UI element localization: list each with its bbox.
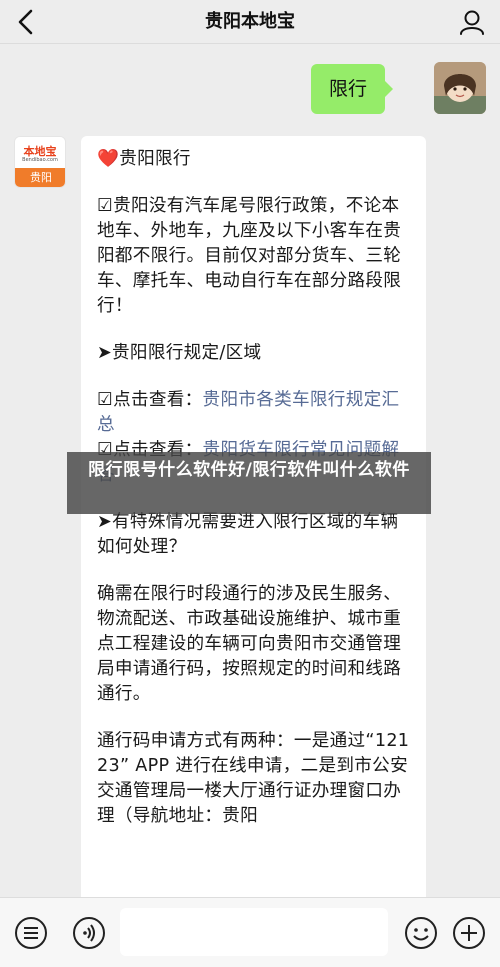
add-icon[interactable]	[452, 916, 486, 950]
reply-paragraph-1: ☑贵阳没有汽车尾号限行政策，不论本地车、外地车，九座及以下小客车在贵阳都不限行。…	[97, 196, 402, 316]
bot-avatar[interactable]: 本地宝 Bendibao.com 贵阳	[14, 136, 66, 188]
bot-avatar-sub: Bendibao.com	[22, 157, 58, 163]
page-title: 贵阳本地宝	[205, 11, 295, 32]
profile-icon[interactable]	[458, 8, 486, 36]
emoji-icon[interactable]	[404, 916, 438, 950]
incoming-message-bubble: ❤️贵阳限行 ☑贵阳没有汽车尾号限行政策，不论本地车、外地车，九座及以下小客车在…	[81, 136, 426, 916]
menu-list-icon[interactable]	[14, 916, 48, 950]
reply-link-row-1: ☑点击查看：贵阳市各类车限行规定汇总	[97, 388, 412, 438]
user-avatar-image	[434, 62, 486, 114]
voice-icon[interactable]	[72, 916, 106, 950]
bottom-input-bar	[0, 897, 500, 967]
message-input[interactable]	[120, 908, 388, 956]
top-bar: 贵阳本地宝	[0, 0, 500, 44]
reply-paragraph-2: ➤贵阳限行规定/区域	[97, 343, 262, 363]
reply-paragraph-5: 通行码申请方式有两种：一是通过“12123” APP 进行在线申请，二是到市公安…	[97, 731, 410, 826]
heart-icon: ❤️	[97, 149, 120, 169]
outgoing-message-bubble[interactable]: 限行	[310, 64, 394, 114]
reply-heading: ❤️贵阳限行	[97, 147, 412, 172]
link-prefix-1: ☑点击查看：	[97, 390, 203, 410]
reply-paragraph-4: 确需在限行时段通行的涉及民生服务、物流配送、市政基础设施维护、城市重点工程建设的…	[97, 584, 402, 704]
overlay-caption: 限行限号什么软件好/限行软件叫什么软件	[67, 452, 431, 514]
reply-paragraph-3: ➤有特殊情况需要进入限行区域的车辆如何处理？	[97, 512, 399, 557]
bot-avatar-city: 贵阳	[15, 168, 65, 187]
user-avatar[interactable]	[434, 62, 486, 114]
reply-heading-text: 贵阳限行	[119, 149, 191, 169]
